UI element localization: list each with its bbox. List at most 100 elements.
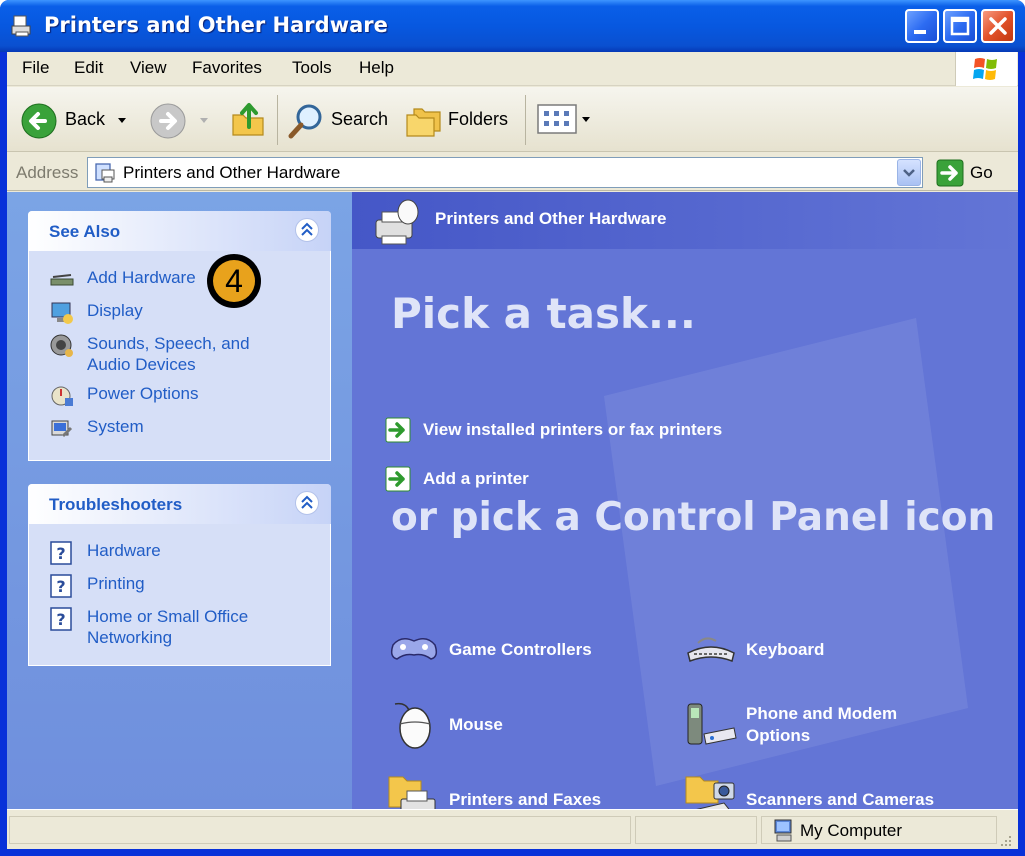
address-input[interactable]: Printers and Other Hardware	[87, 157, 923, 188]
printers-hardware-icon	[375, 199, 419, 245]
go-arrow-icon	[936, 159, 964, 187]
troubleshooter-label: Printing	[87, 574, 145, 593]
views-button[interactable]	[535, 101, 595, 139]
cp-game-controllers[interactable]: Game Controllers	[387, 623, 592, 677]
cp-phone-modem[interactable]: Phone and Modem Options	[684, 698, 897, 752]
explorer-window: Printers and Other Hardware File Edit Vi…	[0, 0, 1025, 856]
troubleshooters-header[interactable]: Troubleshooters	[28, 484, 331, 524]
help-icon: ?	[50, 574, 72, 598]
svg-text:?: ?	[56, 544, 65, 563]
see-also-header[interactable]: See Also	[28, 211, 331, 251]
help-icon: ?	[50, 541, 72, 565]
see-also-title: See Also	[49, 222, 121, 241]
forward-button[interactable]	[147, 95, 217, 145]
search-label: Search	[331, 109, 389, 129]
troubleshooter-item-printing[interactable]: ? Printing	[49, 573, 145, 599]
status-location: My Computer	[800, 821, 903, 840]
callout-badge: 4	[207, 254, 261, 308]
task-arrow-icon	[385, 466, 411, 492]
cp-keyboard[interactable]: Keyboard	[684, 623, 824, 677]
category-header: Printers and Other Hardware	[352, 192, 1018, 249]
see-also-item-display[interactable]: Display	[49, 300, 143, 326]
address-value: Printers and Other Hardware	[123, 163, 341, 182]
collapse-button[interactable]	[295, 218, 319, 242]
troubleshooter-item-networking[interactable]: ? Home or Small Office Networking	[49, 606, 248, 648]
see-also-item-system[interactable]: System	[49, 416, 144, 442]
task-pane: See Also Add Hardware Display Sounds, Sp…	[7, 192, 352, 809]
cp-label: Game Controllers	[449, 640, 592, 659]
troubleshooters-title: Troubleshooters	[49, 495, 183, 514]
go-label: Go	[970, 163, 993, 182]
forward-arrow-icon	[150, 103, 186, 139]
back-button[interactable]: Back	[17, 95, 132, 145]
cp-mouse[interactable]: Mouse	[387, 698, 503, 752]
status-cell-middle	[635, 816, 757, 844]
troubleshooters-body: ? Hardware ? Printing ? Home or Small Of…	[28, 524, 331, 666]
see-also-item-sounds[interactable]: Sounds, Speech, and Audio Devices	[49, 333, 250, 375]
resize-grip-icon[interactable]	[997, 832, 1013, 848]
callout-number: 4	[213, 260, 255, 302]
task-view-printers[interactable]: View installed printers or fax printers	[385, 417, 722, 443]
task-label: Add a printer	[423, 469, 529, 488]
up-folder-button[interactable]	[229, 97, 269, 143]
phone-modem-icon	[687, 703, 737, 745]
collapse-button[interactable]	[295, 491, 319, 515]
see-also-label: Sounds, Speech, and Audio Devices	[87, 334, 250, 374]
printer-fax-icon	[388, 776, 436, 809]
views-icon	[537, 104, 590, 134]
see-also-label: System	[87, 417, 144, 436]
mouse-icon	[394, 702, 431, 749]
maximize-button[interactable]	[943, 9, 977, 43]
see-also-body: Add Hardware Display Sounds, Speech, and…	[28, 251, 331, 461]
sounds-icon	[50, 334, 73, 357]
system-icon	[51, 420, 73, 438]
dropdown-arrow-icon	[200, 118, 208, 123]
see-also-label: Power Options	[87, 384, 199, 403]
see-also-item-power-options[interactable]: Power Options	[49, 383, 199, 409]
cp-label: Printers and Faxes	[449, 790, 602, 809]
scanner-camera-icon	[685, 776, 735, 809]
close-button[interactable]	[981, 9, 1015, 43]
cp-label: Scanners and Cameras	[746, 790, 935, 809]
status-cell-main	[9, 816, 631, 844]
cp-label: Mouse	[449, 715, 503, 734]
back-label: Back	[65, 109, 106, 129]
menu-edit[interactable]: Edit	[74, 58, 103, 78]
pick-task-heading: Pick a task...	[391, 289, 696, 338]
pick-icon-heading: or pick a Control Panel icon	[391, 495, 996, 540]
keyboard-icon	[687, 637, 735, 663]
menu-file[interactable]: File	[22, 58, 49, 78]
menu-view[interactable]: View	[130, 58, 167, 78]
window-body: File Edit View Favorites Tools Help Back…	[7, 52, 1018, 849]
cp-label: Phone and Modem Options	[746, 704, 898, 745]
power-icon	[51, 386, 73, 406]
see-also-item-add-hardware[interactable]: Add Hardware	[49, 267, 196, 293]
go-button[interactable]: Go	[934, 158, 1004, 188]
troubleshooter-item-hardware[interactable]: ? Hardware	[49, 540, 161, 566]
see-also-label: Add Hardware	[87, 268, 196, 287]
cp-scanners-cameras[interactable]: Scanners and Cameras	[684, 773, 934, 809]
svg-text:?: ?	[56, 577, 65, 596]
status-bar: My Computer	[7, 809, 1018, 849]
task-add-printer[interactable]: Add a printer	[385, 466, 529, 492]
menu-tools[interactable]: Tools	[292, 58, 332, 78]
address-label: Address	[16, 163, 79, 182]
folders-button[interactable]: Folders	[402, 95, 517, 145]
menu-favorites[interactable]: Favorites	[192, 58, 262, 78]
up-folder-icon	[232, 103, 264, 136]
help-icon: ?	[50, 607, 72, 631]
task-arrow-icon	[385, 417, 411, 443]
menu-help[interactable]: Help	[359, 58, 394, 78]
search-button[interactable]: Search	[285, 95, 391, 145]
troubleshooter-label: Hardware	[87, 541, 161, 560]
troubleshooters-panel: Troubleshooters ? Hardware ? Printing ? …	[28, 484, 331, 666]
address-bar: Address Printers and Other Hardware Go	[7, 153, 1018, 191]
folders-label: Folders	[448, 109, 509, 129]
minimize-button[interactable]	[905, 9, 939, 43]
maximize-icon	[950, 16, 970, 36]
folders-icon	[406, 108, 441, 137]
cp-printers-faxes[interactable]: Printers and Faxes	[387, 773, 601, 809]
dropdown-arrow-icon[interactable]	[117, 115, 127, 125]
address-dropdown-button[interactable]	[897, 159, 921, 186]
title-bar[interactable]: Printers and Other Hardware	[0, 0, 1025, 52]
